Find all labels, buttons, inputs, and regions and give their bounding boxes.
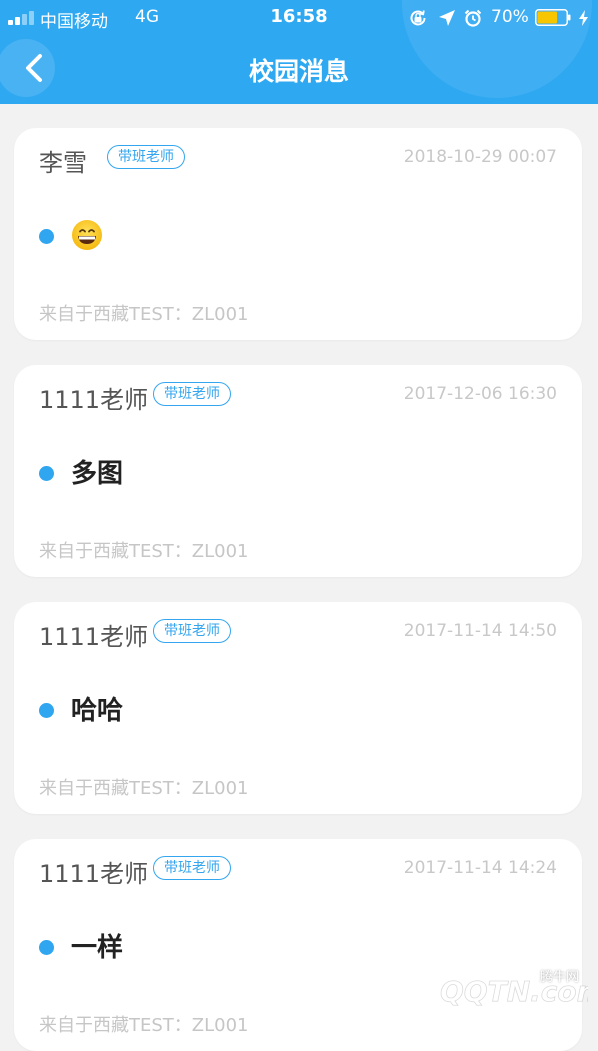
message-card[interactable]: 1111老师 带班老师 2017-11-14 14:24 一样 来自于西藏TES… [14,839,582,1051]
message-content: 哈哈 [71,696,124,726]
sender-name: 李雪 [39,149,87,177]
sender-name: 1111老师 [39,386,149,414]
watermark-text: 腾牛网 [540,970,580,985]
message-content [71,219,103,251]
message-source: 来自于西藏TEST：ZL001 [39,778,249,799]
message-time: 2018-10-29 00:07 [403,147,557,167]
sender-name: 1111老师 [39,860,149,888]
message-time: 2017-11-14 14:24 [403,858,557,878]
unread-dot [39,466,54,481]
status-bar: 中国移动 4G 16:58 70% [0,0,598,36]
message-source: 来自于西藏TEST：ZL001 [39,541,249,562]
message-source: 来自于西藏TEST：ZL001 [39,304,249,325]
message-content: 一样 [71,933,124,963]
message-source: 来自于西藏TEST：ZL001 [39,1015,249,1036]
unread-dot [39,940,54,955]
role-badge: 带班老师 [153,856,231,880]
role-badge: 带班老师 [153,619,231,643]
message-card[interactable]: 李雪 带班老师 2018-10-29 00:07 来自于西藏TEST：ZL001 [14,128,582,340]
sender-name: 1111老师 [39,623,149,651]
location-arrow-icon [439,10,455,26]
message-card[interactable]: 1111老师 带班老师 2017-11-14 14:50 哈哈 来自于西藏TES… [14,602,582,814]
alarm-clock-icon [464,9,482,27]
orientation-lock-icon [410,10,426,26]
message-time: 2017-11-14 14:50 [403,621,557,641]
nav-bar: 校园消息 [0,36,598,104]
message-time: 2017-12-06 16:30 [403,384,557,404]
unread-dot [39,703,54,718]
message-content: 多图 [71,459,124,489]
battery-icon [535,9,571,26]
grinning-face-emoji [72,220,102,250]
top-bar: 中国移动 4G 16:58 70% 校园消息 [0,0,598,104]
role-badge: 带班老师 [153,382,231,406]
page-title: 校园消息 [248,57,349,86]
message-card[interactable]: 1111老师 带班老师 2017-12-06 16:30 多图 来自于西藏TES… [14,365,582,577]
role-badge: 带班老师 [107,145,185,169]
battery-percent: 70% [491,7,529,27]
charging-bolt-icon [579,10,588,26]
unread-dot [39,229,54,244]
qqtn-watermark-logo: QQTN.com [394,970,588,1008]
